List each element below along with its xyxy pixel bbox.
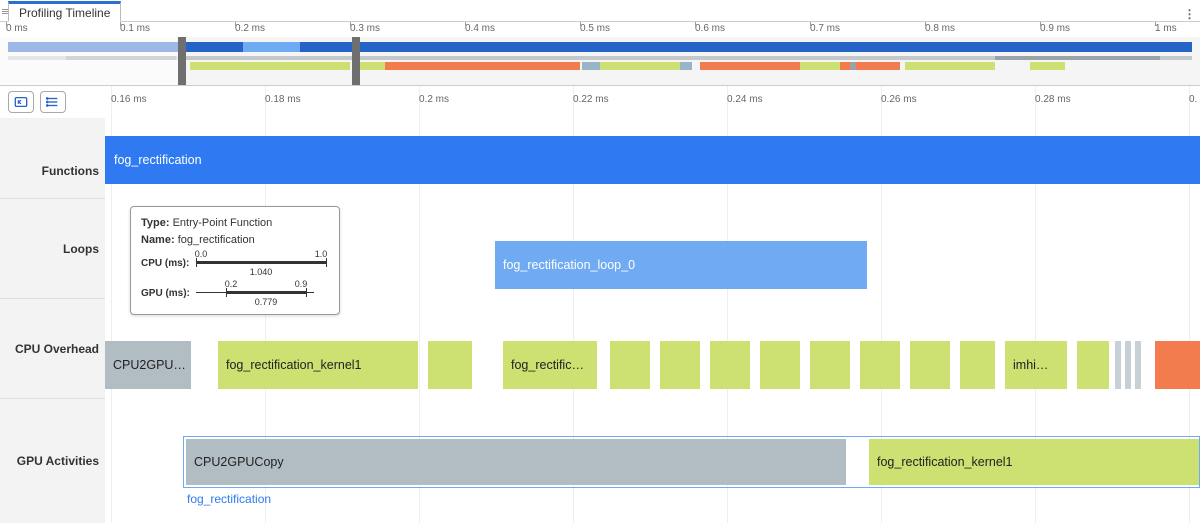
row-label: CPU Overhead bbox=[15, 342, 99, 356]
vp-tick: 0.22 ms bbox=[573, 94, 609, 105]
vp-tick: 0. bbox=[1189, 94, 1197, 105]
viewport[interactable]: 0.16 ms 0.18 ms 0.2 ms 0.22 ms 0.24 ms 0… bbox=[105, 86, 1200, 523]
toolbar bbox=[0, 86, 105, 118]
overview-handle-left[interactable] bbox=[178, 37, 186, 85]
overview-handle-right[interactable] bbox=[352, 37, 360, 85]
bar-cpu[interactable] bbox=[960, 341, 995, 389]
ov-tick: 1 ms bbox=[1155, 23, 1177, 34]
tooltip-type-value: Entry-Point Function bbox=[173, 217, 273, 229]
bar-label: fog_rectification bbox=[114, 153, 202, 167]
overview-ticks: 0 ms 0.1 ms 0.2 ms 0.3 ms 0.4 ms 0.5 ms … bbox=[0, 22, 1200, 37]
ov-tick: 0.6 ms bbox=[695, 23, 725, 34]
bar-label: fog_rectific… bbox=[511, 358, 584, 372]
vp-tick: 0.2 ms bbox=[419, 94, 449, 105]
bar-cpu-kernel2[interactable]: fog_rectific… bbox=[503, 341, 597, 389]
ov-tick: 0.3 ms bbox=[350, 23, 380, 34]
tab-label: Profiling Timeline bbox=[19, 6, 110, 20]
bar-gpu-kernel1[interactable]: fog_rectification_kernel1 bbox=[869, 439, 1199, 485]
overview-seg bbox=[800, 62, 840, 70]
tooltip-gpu-val: 0.779 bbox=[255, 296, 278, 310]
bar-cpu[interactable] bbox=[1115, 341, 1121, 389]
gpu-container[interactable]: CPU2GPUCopy fog_rectification_kernel1 bbox=[183, 436, 1200, 488]
ov-tick: 0.5 ms bbox=[580, 23, 610, 34]
bar-cpu[interactable] bbox=[1077, 341, 1109, 389]
bar-cpu[interactable] bbox=[910, 341, 950, 389]
ov-tick: 0.4 ms bbox=[465, 23, 495, 34]
tooltip-name-value: fog_rectification bbox=[178, 234, 255, 246]
overview-mask-left bbox=[0, 37, 178, 85]
bar-cpu[interactable] bbox=[1125, 341, 1131, 389]
overview-seg bbox=[1030, 62, 1065, 70]
ov-tick: 0.7 ms bbox=[810, 23, 840, 34]
tooltip: Type: Entry-Point Function Name: fog_rec… bbox=[130, 206, 340, 315]
tab-profiling-timeline[interactable]: Profiling Timeline bbox=[8, 1, 121, 22]
viewport-ticks: 0.16 ms 0.18 ms 0.2 ms 0.22 ms 0.24 ms 0… bbox=[105, 86, 1200, 118]
tooltip-name-label: Name: bbox=[141, 234, 175, 246]
bar-cpu[interactable] bbox=[428, 341, 472, 389]
row-label: Loops bbox=[63, 242, 99, 256]
bar-label: CPU2GPU… bbox=[113, 358, 186, 372]
vp-tick: 0.26 ms bbox=[881, 94, 917, 105]
bar-label: fog_rectification_kernel1 bbox=[226, 358, 362, 372]
bar-cpu[interactable] bbox=[660, 341, 700, 389]
bar-function[interactable]: fog_rectification bbox=[105, 136, 1200, 184]
bar-cpu-kernel1[interactable]: fog_rectification_kernel1 bbox=[218, 341, 418, 389]
bar-cpu[interactable] bbox=[1135, 341, 1141, 389]
row-label: Functions bbox=[42, 164, 99, 178]
ov-tick: 0.9 ms bbox=[1040, 23, 1070, 34]
overview-seg bbox=[995, 56, 1160, 60]
bar-cpu[interactable] bbox=[810, 341, 850, 389]
bar-cpu[interactable] bbox=[760, 341, 800, 389]
list-view-button[interactable] bbox=[40, 91, 66, 113]
overview-timeline[interactable]: 0 ms 0.1 ms 0.2 ms 0.3 ms 0.4 ms 0.5 ms … bbox=[0, 22, 1200, 86]
vp-tick: 0.28 ms bbox=[1035, 94, 1071, 105]
vp-tick: 0.18 ms bbox=[265, 94, 301, 105]
ov-tick: 0.8 ms bbox=[925, 23, 955, 34]
ov-tick: 0.2 ms bbox=[235, 23, 265, 34]
tab-bar: Profiling Timeline bbox=[0, 0, 1200, 22]
bar-cpu-imhist[interactable]: imhi… bbox=[1005, 341, 1067, 389]
bar-gpu-copy[interactable]: CPU2GPUCopy bbox=[186, 439, 846, 485]
row-header-loops: Loops bbox=[0, 198, 105, 298]
kebab-menu-icon[interactable] bbox=[1180, 7, 1200, 21]
bar-cpu[interactable] bbox=[710, 341, 750, 389]
bar-label: imhi… bbox=[1013, 358, 1048, 372]
tooltip-cpu-val: 1.040 bbox=[250, 266, 273, 280]
ov-tick: 0.1 ms bbox=[120, 23, 150, 34]
bar-cpu-copy[interactable]: CPU2GPU… bbox=[105, 341, 191, 389]
bar-label: fog_rectification_loop_0 bbox=[503, 258, 635, 272]
overview-seg bbox=[370, 62, 580, 70]
ov-tick: 0 ms bbox=[6, 23, 28, 34]
bar-cpu[interactable] bbox=[1155, 341, 1200, 389]
row-header-gpu: GPU Activities bbox=[0, 398, 105, 523]
main-timeline: Functions Loops CPU Overhead GPU Activit… bbox=[0, 86, 1200, 523]
overview-seg bbox=[850, 62, 856, 70]
overview-seg bbox=[905, 62, 995, 70]
tooltip-gpu-label: GPU (ms): bbox=[141, 286, 190, 301]
bar-label: CPU2GPUCopy bbox=[194, 455, 284, 469]
overview-seg bbox=[243, 42, 300, 52]
overview-seg bbox=[600, 62, 680, 70]
drag-grip-icon[interactable] bbox=[0, 1, 8, 21]
tooltip-type-label: Type: bbox=[141, 217, 170, 229]
gutter: Functions Loops CPU Overhead GPU Activit… bbox=[0, 86, 105, 523]
keyboard-shortcuts-button[interactable] bbox=[8, 91, 34, 113]
bar-cpu[interactable] bbox=[610, 341, 650, 389]
row-header-functions: Functions bbox=[0, 118, 105, 198]
bar-cpu[interactable] bbox=[860, 341, 900, 389]
tooltip-cpu-label: CPU (ms): bbox=[141, 256, 189, 271]
gpu-caption: fog_rectification bbox=[187, 492, 271, 506]
vp-tick: 0.24 ms bbox=[727, 94, 763, 105]
bar-label: fog_rectification_kernel1 bbox=[877, 455, 1013, 469]
row-label: GPU Activities bbox=[17, 454, 99, 468]
bar-loop[interactable]: fog_rectification_loop_0 bbox=[495, 241, 867, 289]
row-header-cpu: CPU Overhead bbox=[0, 298, 105, 398]
vp-tick: 0.16 ms bbox=[111, 94, 147, 105]
overview-seg bbox=[190, 62, 350, 70]
